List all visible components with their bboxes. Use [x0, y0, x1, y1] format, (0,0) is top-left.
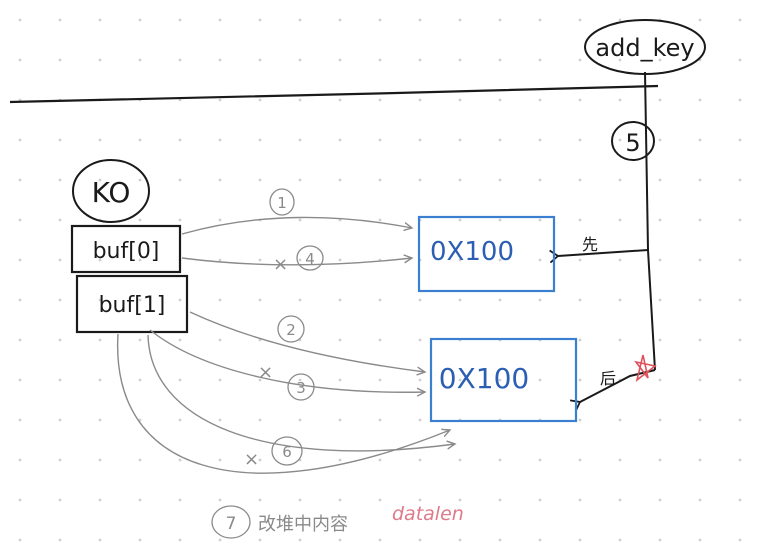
cross-mark-step-6: ×: [244, 449, 259, 470]
step-7-label: 7: [226, 514, 237, 534]
buf-0-label: buf[0]: [93, 239, 160, 264]
memory-box-top-label: 0X100: [430, 237, 514, 267]
add-key-label: add_key: [595, 34, 694, 62]
step-2-label: 2: [286, 321, 296, 339]
step-3-label: 3: [296, 379, 306, 397]
label-after: 后: [600, 369, 616, 388]
step-4-label: 4: [305, 250, 315, 268]
step-7-field: datalen: [392, 503, 464, 525]
cross-mark-step-4: ×: [273, 254, 288, 275]
diagram-svg: add_key 5 先 后 KO buf[0] buf[1] 0X100 0X1…: [0, 0, 759, 554]
ko-label: KO: [92, 176, 131, 209]
step-7-note: 改堆中内容: [258, 514, 348, 535]
memory-box-bottom-label: 0X100: [439, 362, 529, 395]
step-5-label: 5: [625, 129, 640, 157]
label-first: 先: [582, 235, 598, 254]
cross-mark-step-3: ×: [258, 362, 273, 383]
diagram-canvas: add_key 5 先 后 KO buf[0] buf[1] 0X100 0X1…: [0, 0, 759, 554]
buf-1-label: buf[1]: [99, 293, 166, 318]
step-6-label: 6: [282, 443, 292, 461]
step-1-label: 1: [277, 194, 287, 212]
